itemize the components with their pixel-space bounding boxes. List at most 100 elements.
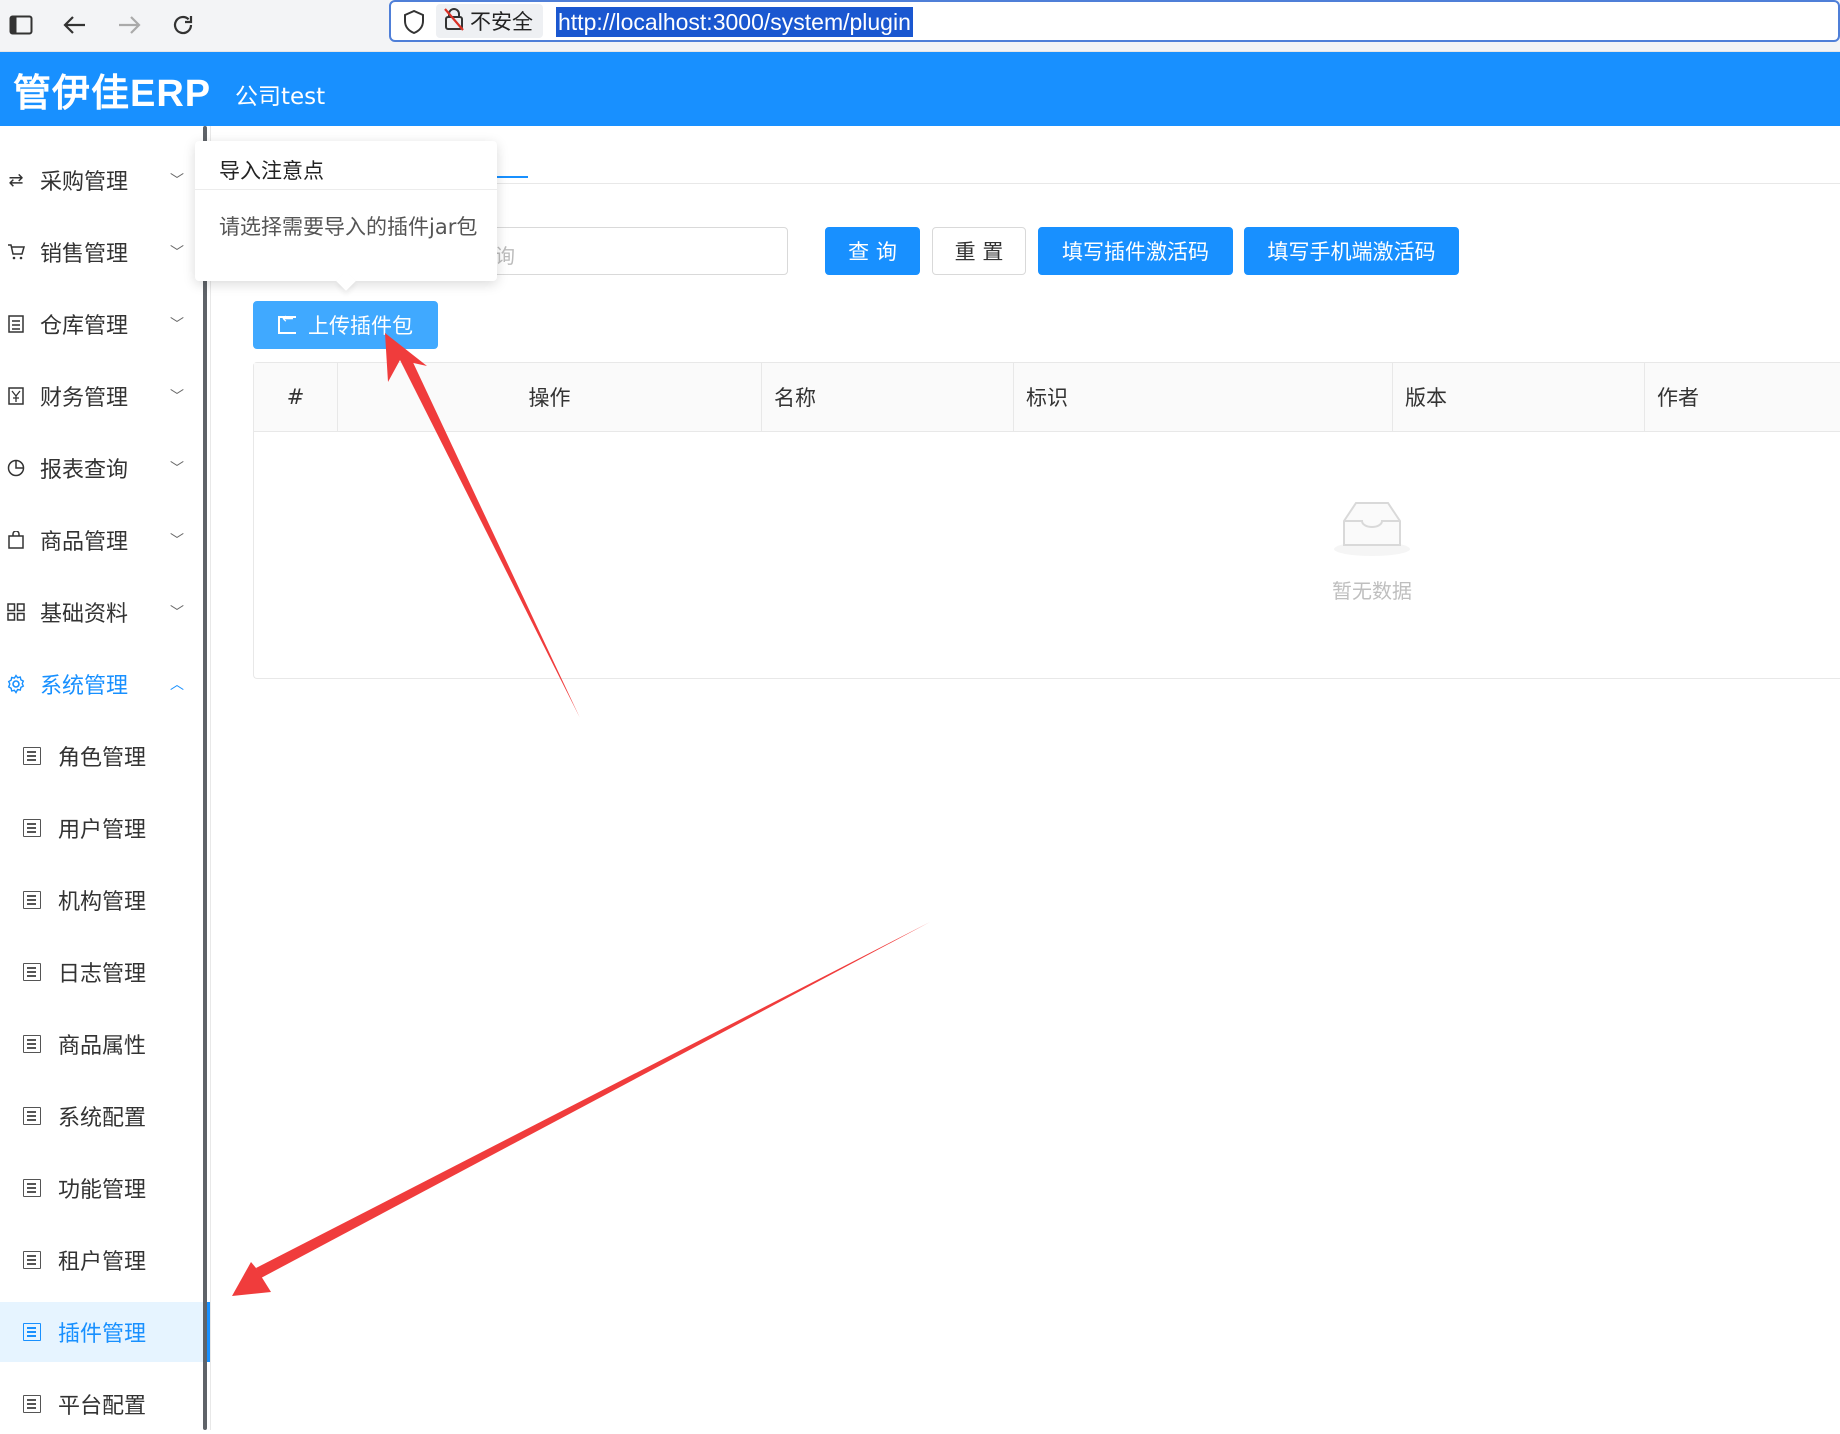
mobile-activation-button[interactable]: 填写手机端激活码 [1244, 227, 1459, 275]
sidebar-subitem-plugins[interactable]: 插件管理 [0, 1302, 210, 1362]
sidebar-item-label: 日志管理 [58, 962, 147, 987]
column-header-actions: 操作 [338, 363, 762, 431]
pie-chart-icon [6, 458, 26, 478]
sidebar-subitem-roles[interactable]: 角色管理 [0, 726, 210, 786]
sidebar-scrollbar[interactable] [203, 126, 207, 1430]
plugin-menu-arrow [232, 922, 930, 1296]
sidebar-item-label: 机构管理 [58, 890, 147, 915]
security-label: 不安全 [470, 10, 533, 34]
empty-inbox-icon [1332, 495, 1412, 559]
list-icon [23, 1323, 41, 1341]
plugin-table: # 操作 名称 标识 版本 作者 暂无数据 [253, 362, 1840, 679]
reload-icon[interactable] [170, 12, 196, 38]
sidebar-item-sales[interactable]: 销售管理 ﹀ [0, 222, 196, 282]
forward-icon[interactable] [116, 12, 142, 38]
active-tab-indicator [492, 176, 528, 178]
chevron-down-icon: ﹀ [170, 533, 184, 549]
list-icon [23, 891, 41, 909]
sidebar-toggle-icon[interactable] [8, 12, 34, 38]
chevron-down-icon: ﹀ [170, 317, 184, 333]
list-icon [23, 1395, 41, 1413]
chevron-down-icon: ﹀ [170, 605, 184, 621]
sidebar-subitem-functions[interactable]: 功能管理 [0, 1158, 210, 1218]
sidebar-item-label: 系统管理 [40, 674, 129, 699]
sidebar-subitem-tenants[interactable]: 租户管理 [0, 1230, 210, 1290]
popover-body: 请选择需要导入的插件jar包 [219, 215, 478, 239]
cart-icon [6, 242, 26, 262]
money-icon [6, 386, 26, 406]
search-placeholder: 询 [495, 244, 515, 268]
sidebar-item-label: 商品属性 [58, 1034, 147, 1059]
sidebar-item-purchase[interactable]: ⇄ 采购管理 ﹀ [0, 150, 196, 210]
sidebar-subitem-goods-attrs[interactable]: 商品属性 [0, 1014, 210, 1074]
browser-toolbar: 不安全 http://localhost:3000/system/plugin [0, 0, 1840, 52]
app-logo[interactable]: 管伊佳ERP [13, 62, 211, 117]
shield-icon[interactable] [403, 9, 425, 35]
column-header-index: # [254, 363, 338, 431]
sidebar-item-label: 采购管理 [40, 170, 129, 195]
sidebar-item-label: 报表查询 [40, 458, 129, 483]
sidebar-item-label: 功能管理 [58, 1178, 147, 1203]
table-header: # 操作 名称 标识 版本 作者 [254, 363, 1840, 432]
popover-divider [195, 189, 497, 190]
column-header-version: 版本 [1393, 363, 1645, 431]
list-icon [23, 747, 41, 765]
sidebar-item-label: 角色管理 [58, 746, 147, 771]
sidebar-subitem-platform-config[interactable]: 平台配置 [0, 1374, 210, 1434]
chevron-down-icon: ﹀ [170, 389, 184, 405]
sidebar-item-reports[interactable]: 报表查询 ﹀ [0, 438, 196, 498]
chevron-down-icon: ﹀ [170, 461, 184, 477]
company-name: 公司test [235, 84, 326, 110]
list-icon [23, 1251, 41, 1269]
plugin-activation-button[interactable]: 填写插件激活码 [1038, 227, 1233, 275]
sidebar-item-label: 销售管理 [40, 242, 129, 267]
search-input[interactable]: 询 [474, 227, 788, 275]
sidebar-item-basic-data[interactable]: 基础资料 ﹀ [0, 582, 196, 642]
reset-button[interactable]: 重 置 [932, 227, 1026, 275]
sidebar-subitem-orgs[interactable]: 机构管理 [0, 870, 210, 930]
swap-icon: ⇄ [8, 169, 24, 191]
column-header-author: 作者 [1657, 386, 1699, 410]
chevron-down-icon: ﹀ [170, 173, 184, 189]
popover-title: 导入注意点 [219, 159, 324, 183]
app-header: 管伊佳ERP 公司test [0, 52, 1840, 126]
grid-icon [6, 602, 26, 622]
sidebar-item-label: 系统配置 [58, 1106, 147, 1131]
list-icon [23, 1179, 41, 1197]
selected-indicator [207, 1302, 210, 1362]
sidebar-item-warehouse[interactable]: 仓库管理 ﹀ [0, 294, 196, 354]
url-text[interactable]: http://localhost:3000/system/plugin [556, 7, 913, 37]
address-bar[interactable]: 不安全 http://localhost:3000/system/plugin [389, 0, 1840, 42]
list-icon [23, 963, 41, 981]
empty-text: 暂无数据 [1332, 579, 1412, 603]
import-notes-popover: 导入注意点 请选择需要导入的插件jar包 [195, 141, 497, 281]
shopping-bag-icon [6, 530, 26, 550]
sidebar-item-finance[interactable]: 财务管理 ﹀ [0, 366, 196, 426]
upload-plugin-button[interactable]: 上传插件包 [253, 301, 438, 349]
sidebar-subitem-system-config[interactable]: 系统配置 [0, 1086, 210, 1146]
column-header-name: 名称 [762, 363, 1014, 431]
gear-icon [6, 674, 26, 694]
sidebar-item-label: 基础资料 [40, 602, 129, 627]
list-icon [23, 1107, 41, 1125]
list-icon [23, 819, 41, 837]
security-indicator[interactable]: 不安全 [436, 4, 543, 38]
insecure-lock-icon [444, 7, 464, 36]
query-button[interactable]: 查 询 [825, 227, 920, 275]
sidebar-item-label: 仓库管理 [40, 314, 129, 339]
sidebar-subitem-users[interactable]: 用户管理 [0, 798, 210, 858]
list-icon [23, 1035, 41, 1053]
sidebar-item-label: 财务管理 [40, 386, 129, 411]
sidebar-subitem-logs[interactable]: 日志管理 [0, 942, 210, 1002]
sidebar-item-label: 商品管理 [40, 530, 129, 555]
sidebar-item-label: 租户管理 [58, 1250, 147, 1275]
back-icon[interactable] [62, 12, 88, 38]
chevron-down-icon: ﹀ [170, 245, 184, 261]
sidebar-item-label: 平台配置 [58, 1394, 147, 1419]
sidebar-item-label: 用户管理 [58, 818, 147, 843]
upload-plugin-label: 上传插件包 [308, 314, 413, 338]
chevron-up-icon: ︿ [170, 677, 184, 693]
sidebar-item-goods[interactable]: 商品管理 ﹀ [0, 510, 196, 570]
sidebar-item-label: 插件管理 [58, 1322, 147, 1347]
sidebar-item-system[interactable]: 系统管理 ︿ [0, 654, 196, 714]
